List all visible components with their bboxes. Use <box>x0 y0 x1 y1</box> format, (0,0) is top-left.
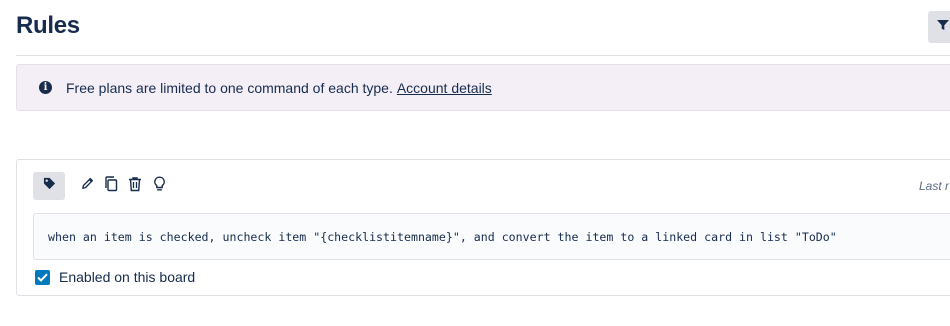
pencil-icon <box>80 176 95 196</box>
enabled-toggle[interactable]: Enabled on this board <box>35 269 195 285</box>
edit-button[interactable] <box>75 172 99 200</box>
account-details-link[interactable]: Account details <box>397 80 492 96</box>
checkmark-icon <box>37 269 48 285</box>
enabled-label: Enabled on this board <box>59 269 196 285</box>
notice-text: Free plans are limited to one command of… <box>66 79 393 96</box>
last-modified-label: Last r <box>919 179 950 193</box>
plan-limit-notice: i Free plans are limited to one command … <box>16 64 950 111</box>
rule-command-text: when an item is checked, uncheck item "{… <box>33 213 950 260</box>
filter-button[interactable] <box>928 11 950 43</box>
header-divider <box>16 55 950 56</box>
rule-toolbar <box>33 172 171 200</box>
tag-button[interactable] <box>33 172 65 200</box>
trash-icon <box>128 176 142 197</box>
page-title: Rules <box>16 12 80 39</box>
delete-button[interactable] <box>123 172 147 200</box>
filter-icon <box>937 18 949 36</box>
enabled-checkbox[interactable] <box>35 269 50 285</box>
copy-icon <box>104 175 118 197</box>
lightbulb-icon <box>153 175 166 197</box>
copy-button[interactable] <box>99 172 123 200</box>
rule-card: Last r when an item is checked, uncheck … <box>16 159 950 296</box>
info-icon: i <box>39 81 52 94</box>
suggest-button[interactable] <box>147 172 171 200</box>
tag-icon <box>43 177 56 195</box>
